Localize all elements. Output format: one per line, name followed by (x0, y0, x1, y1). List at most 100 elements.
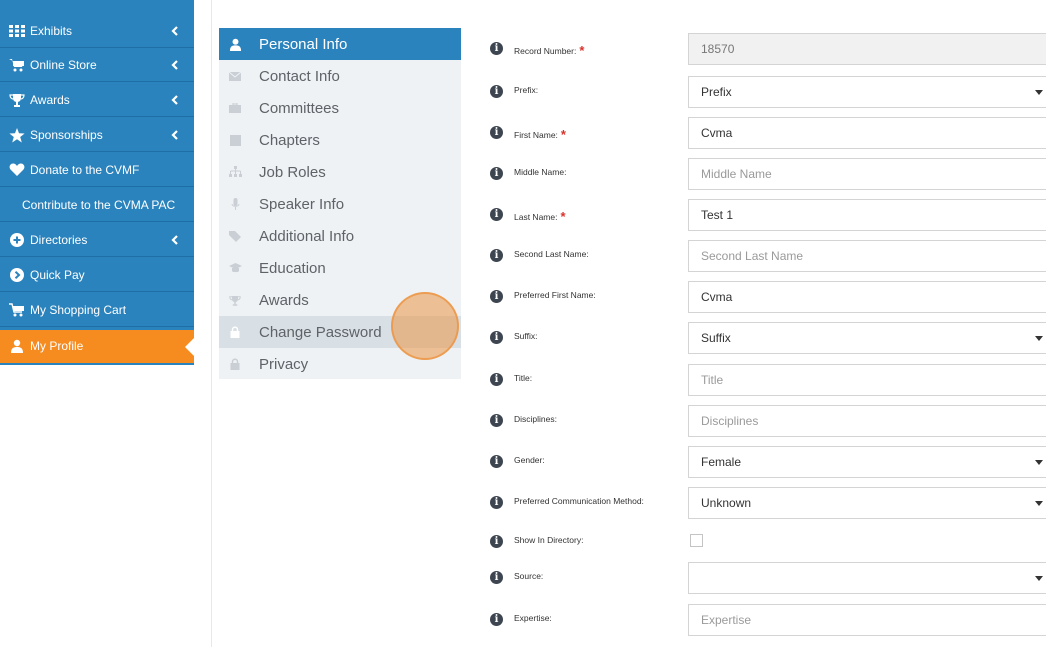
field-label: Suffix: (514, 331, 538, 341)
last-name-input[interactable]: Test 1 (688, 199, 1046, 231)
info-icon: i (490, 167, 503, 180)
first-name-input[interactable]: Cvma (688, 117, 1046, 149)
select-value: Female (701, 455, 742, 469)
profile-menu-job-roles[interactable]: Job Roles (219, 156, 461, 188)
profile-menu-privacy[interactable]: Privacy (219, 348, 461, 380)
briefcase-icon (225, 100, 245, 116)
plus-circle-icon (8, 233, 26, 247)
field-expertise: i Expertise: Expertise (490, 604, 1046, 636)
field-label: Second Last Name: (514, 249, 589, 259)
profile-menu-education[interactable]: Education (219, 252, 461, 284)
nav-item-label: Donate to the CVMF (30, 163, 140, 177)
record-number-input: 18570 (688, 33, 1046, 65)
profile-menu-label: Personal Info (259, 35, 348, 53)
star-icon (8, 127, 26, 142)
caret-down-icon (1035, 90, 1043, 95)
nav-item-my-profile[interactable]: My Profile (0, 330, 194, 363)
nav-item-contribute-pac[interactable]: Contribute to the CVMA PAC (0, 189, 194, 222)
envelope-icon (225, 68, 245, 84)
profile-menu-awards[interactable]: Awards (219, 284, 461, 316)
chevron-left-icon (170, 24, 180, 38)
field-show-in-directory: i Show In Directory: (490, 526, 1046, 558)
source-select[interactable] (688, 562, 1046, 594)
nav-item-exhibits[interactable]: Exhibits (0, 15, 194, 48)
field-first-name: i First Name: * Cvma (490, 117, 1046, 149)
gender-select[interactable]: Female (688, 446, 1046, 478)
second-last-name-input[interactable]: Second Last Name (688, 240, 1046, 272)
user-icon (8, 339, 26, 353)
cart-icon (8, 58, 26, 72)
nav-item-directories[interactable]: Directories (0, 224, 194, 257)
caret-down-icon (1035, 460, 1043, 465)
profile-menu-label: Speaker Info (259, 195, 345, 213)
field-label: Source: (514, 571, 544, 581)
expertise-input[interactable]: Expertise (688, 604, 1046, 636)
tags-icon (225, 228, 245, 244)
select-value: Prefix (701, 85, 732, 99)
nav-item-quick-pay[interactable]: Quick Pay (0, 259, 194, 292)
select-value: Unknown (701, 496, 752, 510)
profile-menu-contact-info[interactable]: Contact Info (219, 60, 461, 92)
nav-item-awards[interactable]: Awards (0, 84, 194, 117)
nav-item-sponsorships[interactable]: Sponsorships (0, 119, 194, 152)
communication-method-select[interactable]: Unknown (688, 487, 1046, 519)
caret-down-icon (1035, 336, 1043, 341)
info-icon: i (490, 373, 503, 386)
show-in-directory-checkbox[interactable] (690, 534, 703, 547)
field-label: Preferred Communication Method: (514, 496, 644, 506)
field-label: Gender: (514, 455, 545, 465)
main-navigation: Exhibits Online Store Awards Sponsorship… (0, 0, 194, 365)
nav-item-shopping-cart[interactable]: My Shopping Cart (0, 294, 194, 327)
profile-menu-chapters[interactable]: Chapters (219, 124, 461, 156)
preferred-first-name-input[interactable]: Cvma (688, 281, 1046, 313)
suffix-select[interactable]: Suffix (688, 322, 1046, 354)
field-label: Prefix: (514, 85, 539, 95)
trophy-icon (8, 93, 26, 107)
field-label: Expertise: (514, 613, 552, 623)
profile-menu-label: Additional Info (259, 227, 355, 245)
chevron-left-icon (170, 58, 180, 72)
middle-name-input[interactable]: Middle Name (688, 158, 1046, 190)
profile-menu-label: Chapters (259, 131, 320, 149)
microphone-icon (225, 196, 245, 212)
profile-menu-speaker-info[interactable]: Speaker Info (219, 188, 461, 220)
profile-menu-committees[interactable]: Committees (219, 92, 461, 124)
field-preferred-communication-method: i Preferred Communication Method: Unknow… (490, 487, 1046, 519)
grid-icon (8, 24, 26, 38)
title-input[interactable]: Title (688, 364, 1046, 396)
cart-icon (8, 303, 26, 317)
nav-item-donate[interactable]: Donate to the CVMF (0, 154, 194, 187)
profile-menu-additional-info[interactable]: Additional Info (219, 220, 461, 252)
info-icon: i (490, 613, 503, 626)
chevron-left-icon (170, 233, 180, 247)
prefix-select[interactable]: Prefix (688, 76, 1046, 108)
field-label: Show In Directory: (514, 535, 584, 545)
nav-item-label: Contribute to the CVMA PAC (22, 198, 176, 212)
info-icon: i (490, 85, 503, 98)
nav-item-label: My Shopping Cart (30, 303, 127, 317)
info-icon: i (490, 331, 503, 344)
nav-item-label: Sponsorships (30, 128, 103, 142)
caret-down-icon (1035, 576, 1043, 581)
info-icon: i (490, 290, 503, 303)
disciplines-input[interactable]: Disciplines (688, 405, 1046, 437)
field-title: i Title: Title (490, 364, 1046, 396)
field-label: First Name: * (514, 126, 566, 142)
profile-menu-label: Awards (259, 291, 309, 309)
field-suffix: i Suffix: Suffix (490, 322, 1046, 354)
nav-item-online-store[interactable]: Online Store (0, 49, 194, 82)
field-label-text: Last Name: (514, 212, 558, 222)
info-icon: i (490, 455, 503, 468)
profile-menu-change-password[interactable]: Change Password (219, 316, 461, 348)
required-marker: * (560, 127, 566, 142)
profile-menu-label: Job Roles (259, 163, 326, 181)
field-label: Title: (514, 373, 533, 383)
required-marker: * (560, 209, 566, 224)
field-label-text: Record Number: (514, 46, 577, 56)
lock-icon (225, 324, 245, 340)
profile-menu-label: Education (259, 259, 326, 277)
trophy-icon (225, 292, 245, 308)
field-label-text: First Name: (514, 130, 558, 140)
heart-icon (8, 163, 26, 177)
profile-menu-personal-info[interactable]: Personal Info (219, 28, 461, 60)
